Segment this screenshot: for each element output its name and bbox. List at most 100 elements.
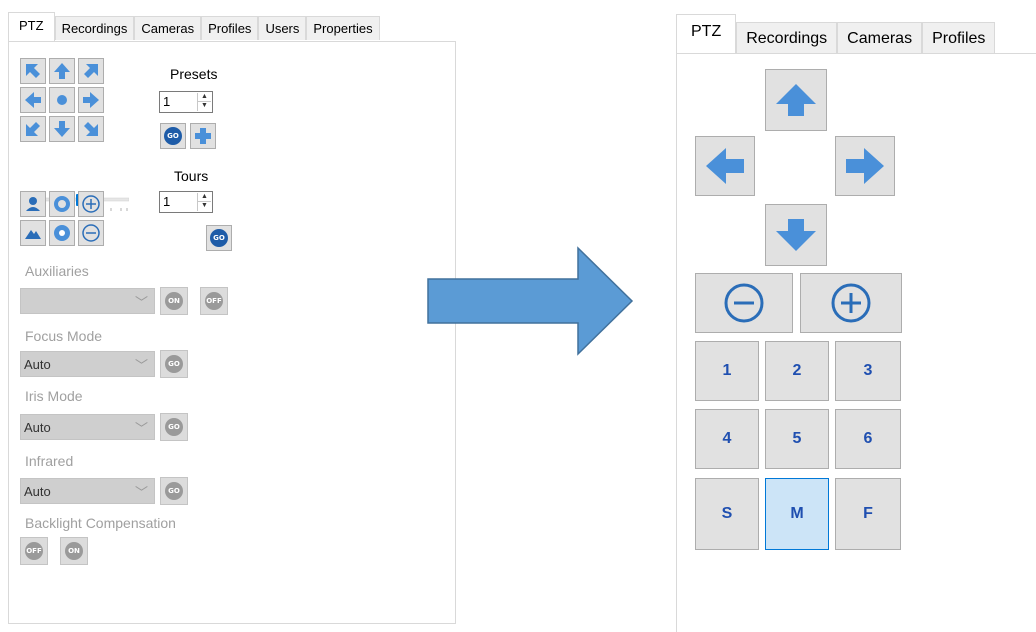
zoom-in-button[interactable] — [800, 273, 902, 333]
pan-up-right-button[interactable] — [78, 58, 104, 84]
chevron-down-icon: ﹀ — [134, 485, 148, 500]
zoom-in-icon — [831, 283, 871, 323]
preset-button-3[interactable]: 3 — [835, 341, 901, 401]
spinner-down-icon[interactable]: ▼ — [198, 202, 211, 210]
infrared-value: Auto — [24, 484, 51, 499]
pan-right-button[interactable] — [78, 87, 104, 113]
preset-button-5[interactable]: 5 — [765, 409, 829, 469]
tilt-up-button[interactable] — [765, 69, 827, 131]
speed-medium-button[interactable]: M — [765, 478, 829, 550]
preset-label: 2 — [792, 362, 802, 379]
tab-bar: PTZ Recordings Cameras Profiles Users Pr… — [8, 12, 380, 42]
infrared-dropdown[interactable]: Auto ﹀ — [20, 478, 155, 504]
arrow-up-right-icon — [84, 64, 98, 78]
pan-right-button[interactable] — [835, 136, 895, 196]
focus-mode-value: Auto — [24, 357, 51, 372]
go-icon: GO — [165, 418, 183, 436]
backlight-off-button[interactable]: OFF — [20, 537, 48, 565]
spinner-down-icon[interactable]: ▼ — [198, 102, 211, 110]
speed-fast-button[interactable]: F — [835, 478, 901, 550]
spinner-up-icon[interactable]: ▲ — [198, 93, 211, 102]
old-ptz-panel: PTZ Recordings Cameras Profiles Users Pr… — [8, 12, 456, 624]
spinner-arrows[interactable]: ▲ ▼ — [197, 193, 211, 211]
off-icon: OFF — [205, 292, 223, 310]
tab-properties[interactable]: Properties — [306, 16, 380, 40]
ptz-tab-content: Presets 1 ▲ ▼ GO Tours 1 ▲ ▼ GO Auxiliar… — [8, 41, 456, 624]
preset-button-2[interactable]: 2 — [765, 341, 829, 401]
pan-left-button[interactable] — [20, 87, 46, 113]
presets-label: Presets — [170, 66, 218, 82]
zoom-out-button[interactable] — [78, 220, 104, 246]
preset-go-button[interactable]: GO — [160, 123, 186, 149]
zoom-out-button[interactable] — [695, 273, 793, 333]
pan-down-right-button[interactable] — [78, 116, 104, 142]
focus-far-button[interactable] — [49, 220, 75, 246]
tab-profiles[interactable]: Profiles — [922, 22, 996, 54]
auxiliaries-label: Auxiliaries — [25, 263, 89, 279]
tab-cameras[interactable]: Cameras — [134, 16, 202, 40]
tab-users[interactable]: Users — [258, 16, 307, 40]
preset-button-1[interactable]: 1 — [695, 341, 759, 401]
tours-label: Tours — [174, 168, 209, 184]
tilt-down-button[interactable] — [49, 116, 75, 142]
speed-label: S — [721, 505, 733, 522]
iris-open-button[interactable] — [20, 191, 46, 217]
tab-bar: PTZ Recordings Cameras Profiles — [676, 14, 996, 54]
chevron-down-icon: ﹀ — [134, 358, 148, 373]
auxiliaries-dropdown[interactable]: ﹀ — [20, 288, 155, 314]
tab-ptz[interactable]: PTZ — [676, 14, 737, 54]
arrow-down-right-icon — [84, 122, 98, 136]
zoom-out-icon — [82, 224, 100, 242]
focus-mode-label: Focus Mode — [25, 328, 103, 344]
tab-recordings[interactable]: Recordings — [54, 16, 135, 40]
focus-near-button[interactable] — [49, 191, 75, 217]
speed-slow-button[interactable]: S — [695, 478, 759, 550]
spinner-arrows[interactable]: ▲ ▼ — [197, 93, 211, 111]
arrow-left-icon — [706, 148, 744, 184]
tour-go-button[interactable]: GO — [206, 225, 232, 251]
center-dot-icon — [57, 95, 67, 105]
tilt-down-button[interactable] — [765, 204, 827, 266]
iris-mode-value: Auto — [24, 420, 51, 435]
auxiliary-off-button[interactable]: OFF — [200, 287, 228, 315]
tilt-up-button[interactable] — [49, 58, 75, 84]
shutter-icon — [54, 225, 70, 241]
arrow-right-icon — [846, 148, 884, 184]
ptz-tab-content: 1 2 3 4 5 6 S M F — [676, 53, 1036, 632]
speed-label: M — [790, 505, 804, 522]
pan-up-left-button[interactable] — [20, 58, 46, 84]
iris-mode-label: Iris Mode — [25, 388, 83, 404]
pan-down-left-button[interactable] — [20, 116, 46, 142]
pan-left-button[interactable] — [695, 136, 755, 196]
go-icon: GO — [165, 355, 183, 373]
spinner-up-icon[interactable]: ▲ — [198, 193, 211, 202]
infrared-go-button[interactable]: GO — [160, 477, 188, 505]
arrow-up-left-icon — [26, 64, 40, 78]
zoom-out-icon — [724, 283, 764, 323]
backlight-compensation-label: Backlight Compensation — [25, 515, 176, 531]
auxiliary-on-button[interactable]: ON — [160, 287, 188, 315]
tab-cameras[interactable]: Cameras — [837, 22, 923, 54]
arrow-down-icon — [54, 121, 70, 137]
home-position-button[interactable] — [49, 87, 75, 113]
iris-mode-go-button[interactable]: GO — [160, 413, 188, 441]
preset-number-spinner[interactable]: 1 ▲ ▼ — [159, 91, 213, 113]
focus-mode-dropdown[interactable]: Auto ﹀ — [20, 351, 155, 377]
iris-close-button[interactable] — [20, 220, 46, 246]
focus-mode-go-button[interactable]: GO — [160, 350, 188, 378]
preset-label: 1 — [722, 362, 732, 379]
tab-recordings[interactable]: Recordings — [736, 22, 838, 54]
arrow-up-icon — [776, 84, 816, 116]
arrow-left-icon — [25, 92, 41, 108]
backlight-on-button[interactable]: ON — [60, 537, 88, 565]
tab-profiles[interactable]: Profiles — [201, 16, 259, 40]
zoom-in-icon — [82, 195, 100, 213]
zoom-in-button[interactable] — [78, 191, 104, 217]
chevron-down-icon: ﹀ — [134, 295, 148, 310]
preset-button-4[interactable]: 4 — [695, 409, 759, 469]
tour-number-spinner[interactable]: 1 ▲ ▼ — [159, 191, 213, 213]
preset-button-6[interactable]: 6 — [835, 409, 901, 469]
tab-ptz[interactable]: PTZ — [8, 12, 55, 42]
iris-mode-dropdown[interactable]: Auto ﹀ — [20, 414, 155, 440]
preset-add-button[interactable] — [190, 123, 216, 149]
